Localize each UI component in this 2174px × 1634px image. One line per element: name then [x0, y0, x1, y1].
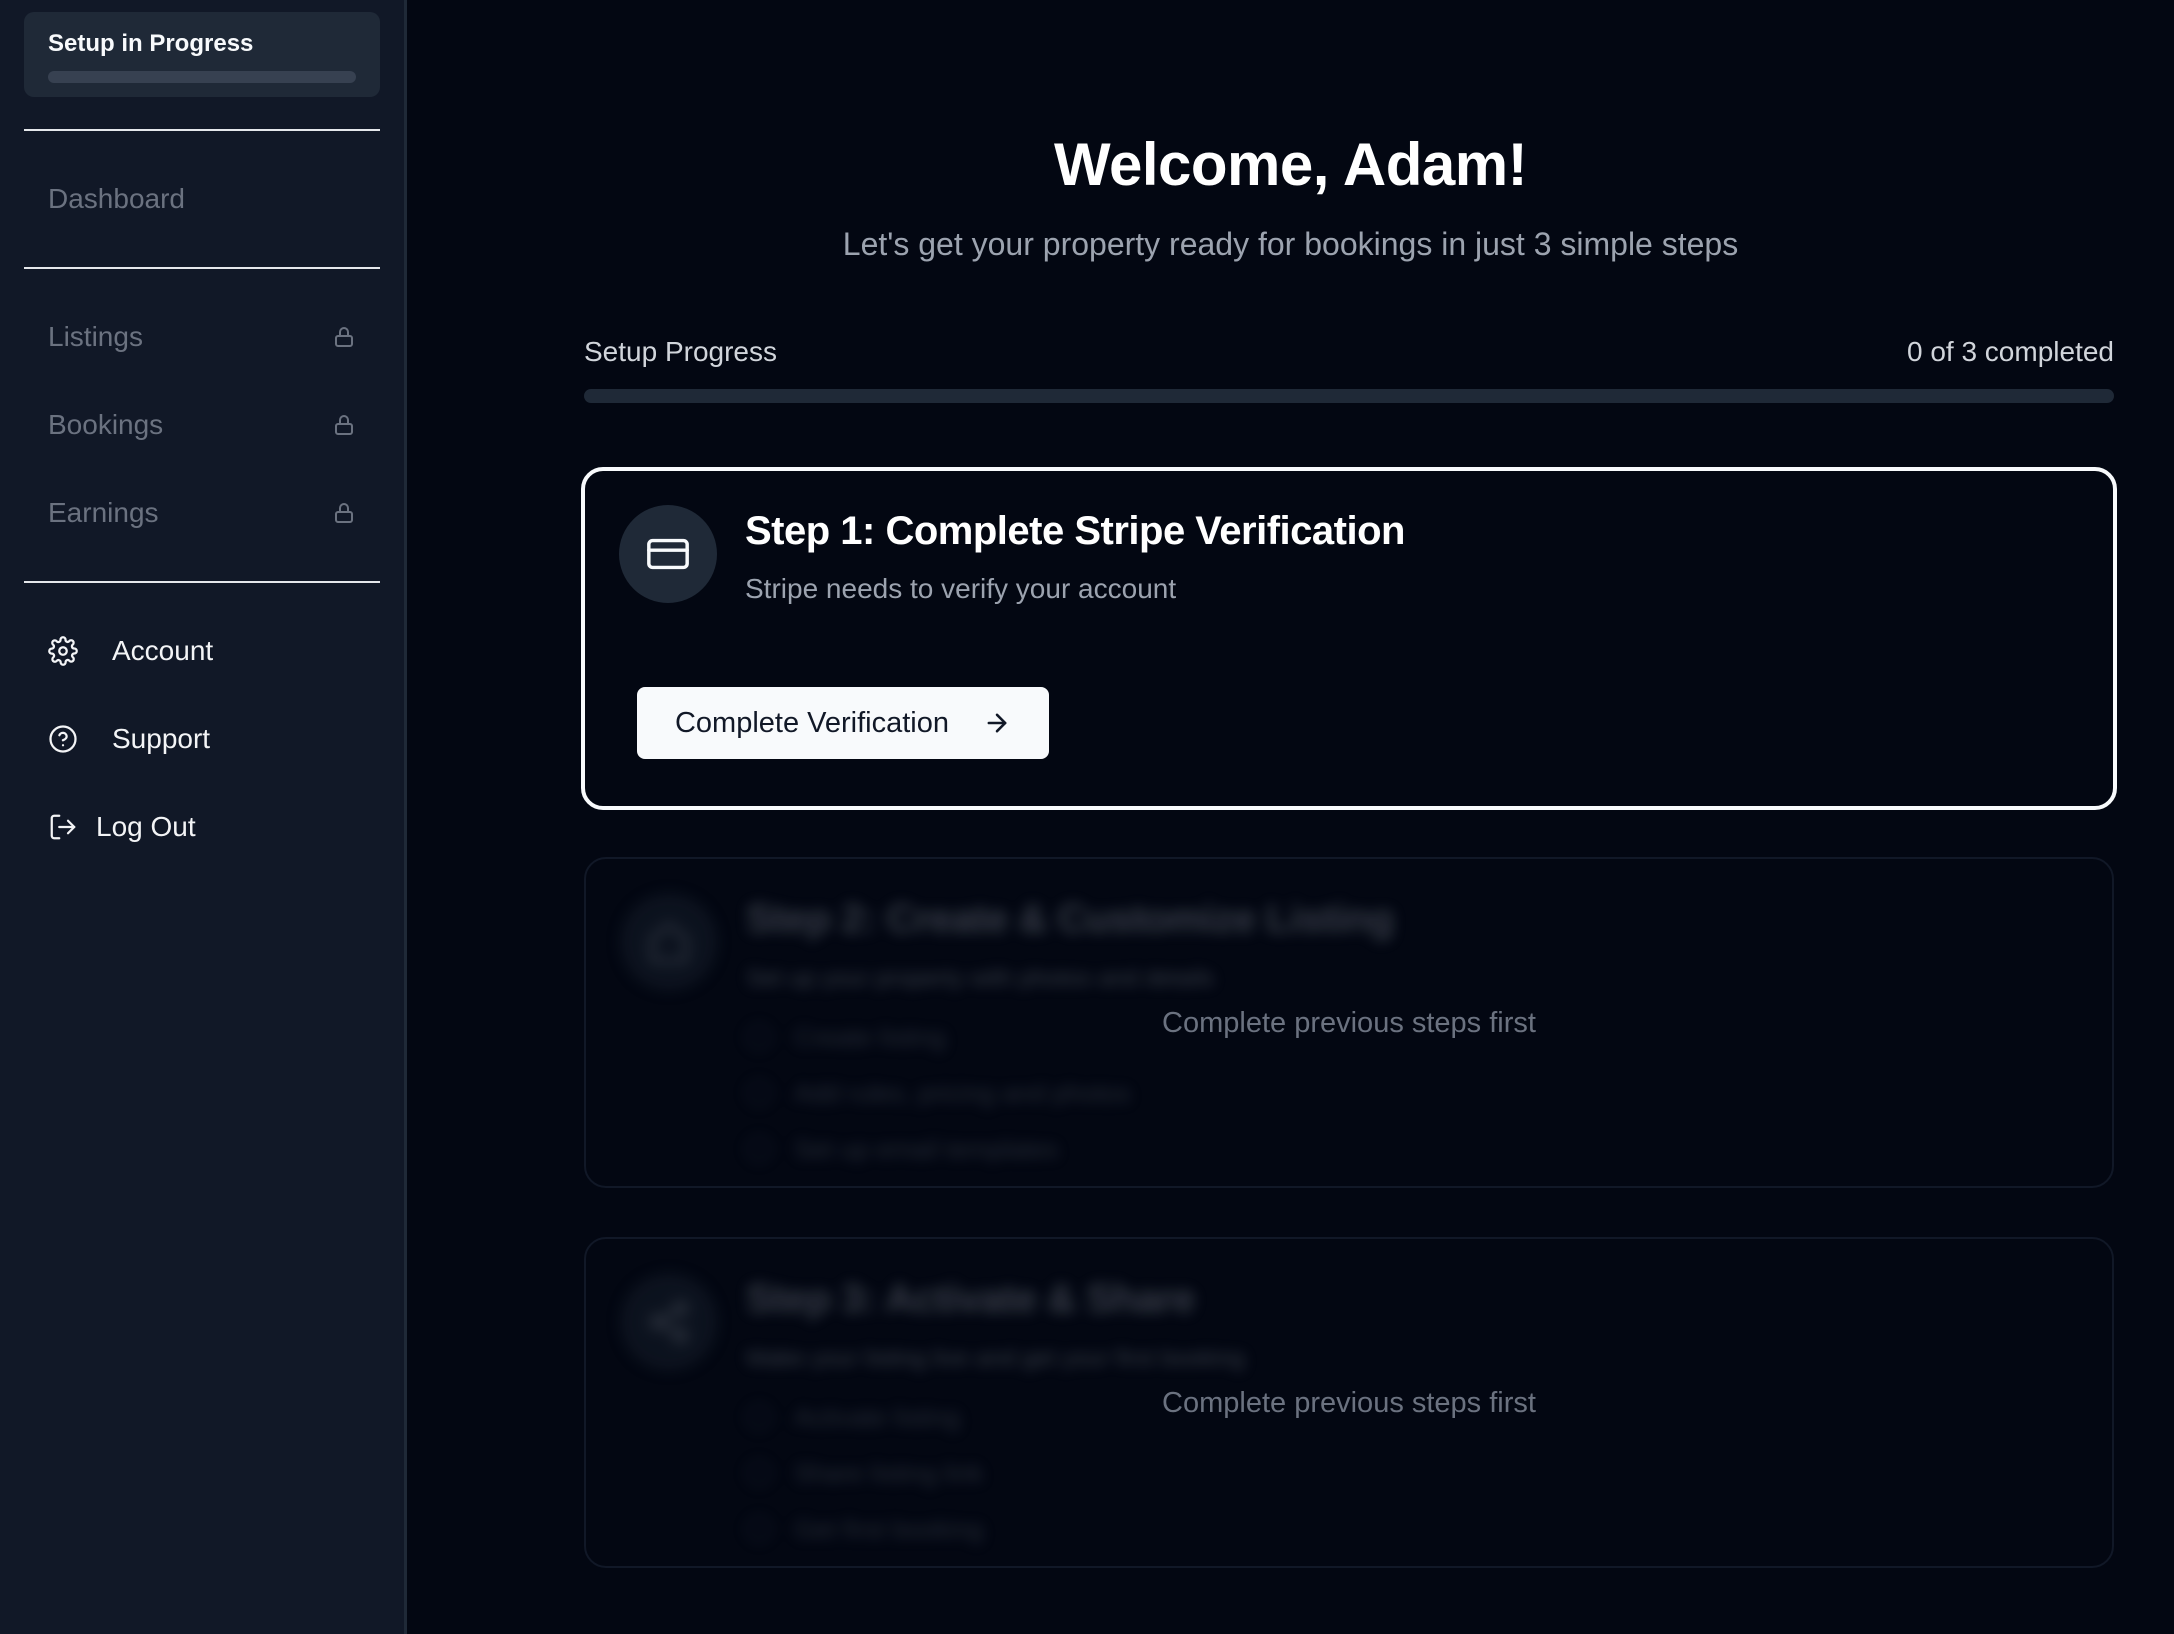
sidebar-item-listings[interactable]: Listings [24, 293, 380, 381]
checkbox-circle-icon [746, 1136, 772, 1162]
checklist-item-label: Add rules, pricing and photos [794, 1077, 1131, 1108]
step-description: Set up your property with photos and det… [746, 965, 1215, 992]
sidebar: Setup in Progress Dashboard Listings Boo… [0, 0, 407, 1634]
locked-message: Complete previous steps first [1162, 1387, 1536, 1419]
setup-status-card: Setup in Progress [24, 12, 380, 97]
app-root: Setup in Progress Dashboard Listings Boo… [0, 0, 2174, 1634]
sidebar-item-account[interactable]: Account [24, 607, 380, 695]
complete-verification-button[interactable]: Complete Verification [637, 687, 1049, 759]
step-card-2: Step 2: Create & Customize Listing Set u… [584, 857, 2114, 1188]
step-icon-wrapper [619, 505, 717, 603]
step-card-3: Step 3: Activate & Share Make your listi… [584, 1237, 2114, 1568]
page-subtitle: Let's get your property ready for bookin… [842, 226, 1739, 262]
checklist-item-label: Share listing link [794, 1457, 984, 1488]
checklist-item-label: Get first booking [794, 1513, 984, 1544]
checklist-item: Get first booking [746, 1501, 983, 1557]
lock-icon [335, 327, 353, 347]
locked-message: Complete previous steps first [1162, 1007, 1536, 1039]
sidebar-item-label: Log Out [96, 811, 196, 842]
lock-icon [335, 415, 353, 435]
step-icon-wrapper [620, 893, 718, 991]
sidebar-item-label: Listings [48, 321, 143, 352]
sidebar-item-label: Account [112, 635, 214, 666]
sidebar-item-support[interactable]: Support [24, 695, 380, 783]
setup-progress-header: Setup Progress 0 of 3 completed [584, 336, 2114, 368]
step-description: Make your listing live and get your firs… [746, 1345, 1245, 1372]
setup-progress-bar [584, 389, 2114, 403]
sidebar-item-label: Dashboard [48, 183, 185, 214]
sidebar-item-log-out[interactable]: Log Out [24, 783, 380, 871]
sidebar-item-dashboard[interactable]: Dashboard [24, 131, 380, 267]
sidebar-item-earnings[interactable]: Earnings [24, 469, 380, 557]
checklist-item: Share listing link [746, 1445, 983, 1501]
sidebar-item-label: Bookings [48, 409, 164, 440]
checklist-item: Set up email templates [746, 1121, 1131, 1177]
checklist-item-label: Set up email templates [794, 1133, 1059, 1164]
arrow-right-icon [987, 713, 1007, 733]
step-description: Stripe needs to verify your account [745, 573, 1177, 604]
checklist-item: Add rules, pricing and photos [746, 1065, 1131, 1121]
checkbox-circle-icon [746, 1080, 772, 1106]
share-icon [650, 1301, 688, 1343]
step-title: Step 2: Create & Customize Listing [746, 897, 1394, 941]
setup-progress-status: 0 of 3 completed [1906, 336, 2114, 367]
main-content: Welcome, Adam! Let's get your property r… [407, 0, 2174, 1634]
button-label: Complete Verification [674, 706, 950, 739]
step-icon-wrapper [620, 1273, 718, 1371]
setup-progress-label: Setup Progress [584, 336, 777, 367]
help-circle-icon [49, 725, 77, 753]
lock-icon [335, 503, 353, 523]
checkbox-circle-icon [746, 1516, 772, 1542]
sidebar-item-label: Earnings [48, 497, 159, 528]
step-card-1: Step 1: Complete Stripe Verification Str… [581, 467, 2117, 810]
checkbox-circle-icon [746, 1460, 772, 1486]
log-out-icon [50, 814, 76, 840]
setup-status-progress-bar [48, 71, 356, 83]
setup-status-label: Setup in Progress [48, 30, 254, 57]
step-title: Step 1: Complete Stripe Verification [745, 509, 1405, 553]
step-title: Step 3: Activate & Share [746, 1277, 1195, 1321]
sidebar-item-bookings[interactable]: Bookings [24, 381, 380, 469]
gear-icon [48, 636, 78, 666]
home-icon [650, 922, 688, 963]
page-title: Welcome, Adam! [1053, 131, 1528, 198]
credit-card-icon [647, 538, 689, 570]
sidebar-item-label: Support [112, 723, 211, 754]
